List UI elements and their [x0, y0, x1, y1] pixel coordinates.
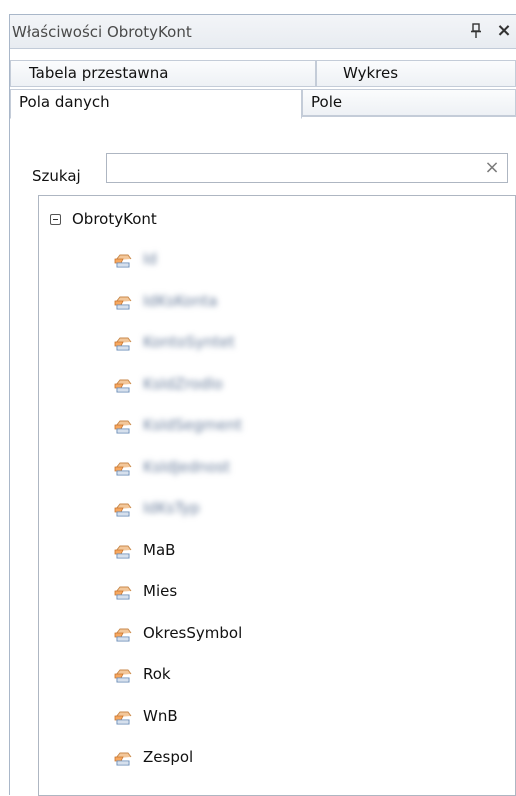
tab-label: Pole — [311, 93, 343, 111]
tree-item[interactable]: OkresSymbol — [39, 622, 499, 648]
close-icon[interactable]: × — [494, 21, 514, 41]
tree-item-label: Rok — [143, 665, 171, 683]
field-icon — [113, 665, 133, 685]
tree-item-label: IdKsTyp — [143, 499, 200, 517]
field-icon — [113, 582, 133, 602]
tree-item[interactable]: KsIdZrodlo — [39, 373, 499, 399]
tree-item-label: KontoSyntet — [143, 333, 235, 351]
window-title: Właściwości ObrotyKont — [12, 23, 192, 41]
tab-label: Pola danych — [19, 93, 110, 111]
tree-item-label: MaB — [143, 540, 176, 559]
field-icon — [113, 458, 133, 478]
tree-item[interactable]: KontoSyntet — [39, 331, 499, 357]
tree-item[interactable]: Zespol — [39, 746, 499, 772]
tree-item-label: IdKsKonta — [143, 291, 218, 310]
field-icon — [113, 624, 133, 644]
tab-tabela-przestawna[interactable]: Tabela przestawna — [10, 60, 316, 87]
field-icon — [113, 416, 133, 436]
tab-strip-top: Tabela przestawna Wykres — [10, 60, 516, 87]
search-input[interactable] — [111, 157, 471, 179]
field-icon — [113, 292, 133, 312]
tree-item-label: KsIdJednost — [143, 457, 231, 476]
search-box: × — [106, 153, 508, 183]
field-icon — [113, 333, 133, 353]
tree-item[interactable]: Mies — [39, 580, 499, 606]
tree-item-label: Zespol — [143, 748, 194, 766]
collapse-icon[interactable] — [50, 214, 61, 225]
clear-icon[interactable]: × — [482, 157, 502, 179]
tab-label: Wykres — [343, 64, 399, 82]
tree-item-label: KsIdZrodlo — [143, 374, 223, 393]
pin-icon[interactable] — [466, 21, 486, 41]
tree-item[interactable]: IdKsKonta — [39, 290, 499, 316]
tree-item[interactable]: KsIdSegment — [39, 414, 499, 440]
tab-label: Tabela przestawna — [29, 64, 169, 82]
tree-item-label: Id — [143, 250, 157, 268]
tree-root-label: ObrotyKont — [72, 210, 157, 228]
field-icon — [113, 748, 133, 768]
tree-item-label: OkresSymbol — [143, 623, 243, 642]
tree-item[interactable]: Rok — [39, 663, 499, 689]
title-bar: Właściwości ObrotyKont × — [10, 15, 516, 49]
field-icon — [113, 250, 133, 270]
search-label: Szukaj — [32, 167, 81, 185]
tree-item[interactable]: IdKsTyp — [39, 497, 499, 523]
tree-item[interactable]: KsIdJednost — [39, 456, 499, 482]
tree-item[interactable]: Id — [39, 248, 499, 274]
field-tree: ObrotyKont Id IdKsKonta KontoSyntet KsIdZro… — [38, 195, 516, 796]
field-icon — [113, 541, 133, 561]
tab-strip-bottom: Pole Pola danych — [10, 89, 516, 119]
tree-item-label: KsIdSegment — [143, 416, 243, 434]
tree-item-label: Mies — [143, 582, 178, 600]
field-icon — [113, 375, 133, 395]
tab-pola-danych[interactable]: Pola danych — [10, 89, 302, 119]
tree-root-node[interactable]: ObrotyKont — [39, 210, 499, 232]
field-icon — [113, 707, 133, 727]
tree-item[interactable]: WnB — [39, 705, 499, 731]
tab-pole[interactable]: Pole — [302, 89, 516, 116]
tree-item[interactable]: MaB — [39, 539, 499, 565]
field-icon — [113, 499, 133, 519]
properties-panel: Właściwości ObrotyKont × Tabela przestaw… — [9, 14, 516, 796]
tree-item-label: WnB — [143, 706, 178, 725]
tab-wykres[interactable]: Wykres — [316, 60, 516, 87]
